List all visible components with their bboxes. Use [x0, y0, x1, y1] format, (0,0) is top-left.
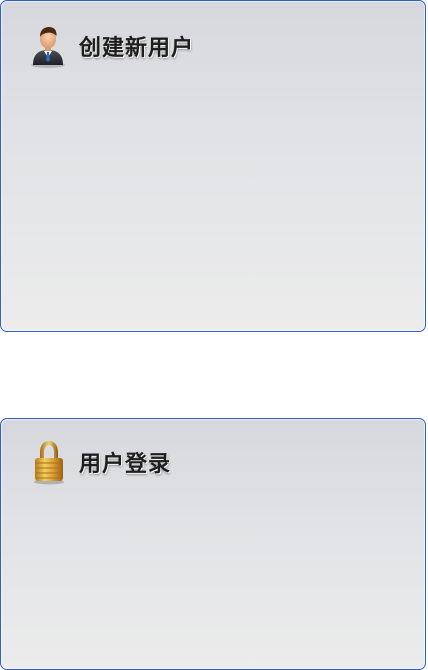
create-user-panel: 创建新用户: [0, 0, 426, 332]
user-avatar-icon: [31, 27, 65, 68]
create-user-header: 创建新用户: [27, 23, 194, 69]
login-header: 用户登录: [27, 439, 171, 485]
login-title: 用户登录: [79, 451, 172, 477]
padlock-icon: [34, 441, 64, 485]
create-user-title: 创建新用户: [79, 35, 195, 61]
login-panel: 用户登录: [0, 418, 426, 670]
